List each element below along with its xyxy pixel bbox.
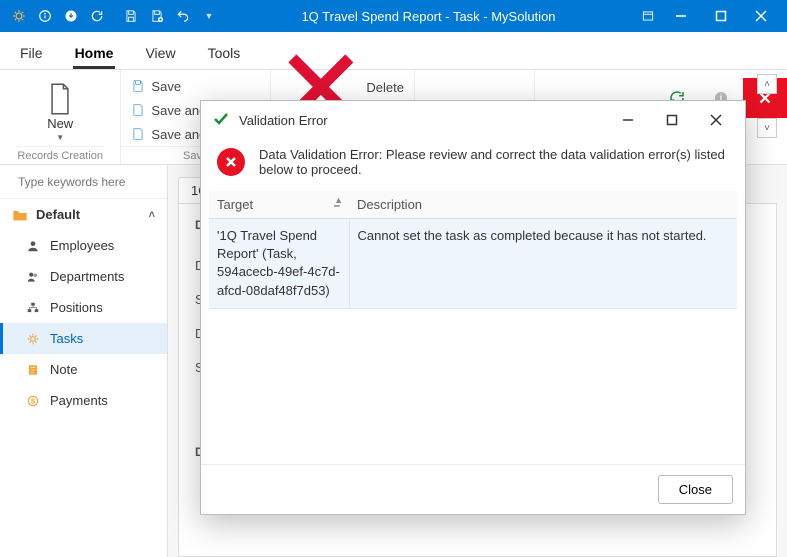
nav-payments[interactable]: $Payments — [0, 385, 167, 416]
note-icon — [26, 363, 40, 377]
save-plus-icon[interactable] — [146, 5, 168, 27]
payments-icon: $ — [26, 394, 40, 408]
maximize-button[interactable] — [701, 0, 741, 32]
new-label: New — [47, 116, 73, 131]
search-input[interactable] — [18, 175, 173, 189]
nav-tasks[interactable]: Tasks — [0, 323, 167, 354]
nav-root[interactable]: Default ˄ — [0, 199, 167, 230]
col-target[interactable]: Target▲━ — [209, 191, 349, 219]
gear-icon — [26, 332, 40, 346]
cell-description: Cannot set the task as completed because… — [349, 219, 737, 309]
check-icon — [213, 111, 229, 130]
ribbon-collapse-up[interactable]: ˄ — [757, 74, 777, 94]
table-row[interactable]: '1Q Travel Spend Report' (Task, 594acecb… — [209, 219, 737, 309]
people-icon — [26, 270, 40, 284]
error-icon — [217, 148, 245, 176]
ribbon-group-new: New ▼ Records Creation — [0, 70, 121, 164]
dialog-maximize-button[interactable] — [655, 106, 689, 134]
delete-button[interactable]: Delete — [271, 74, 414, 100]
ribbon-collapse-down[interactable]: ˅ — [757, 118, 777, 138]
svg-text:$: $ — [31, 396, 36, 405]
dialog-message: Data Validation Error: Please review and… — [259, 147, 729, 177]
nav-employees[interactable]: Employees — [0, 230, 167, 261]
nav-departments[interactable]: Departments — [0, 261, 167, 292]
org-icon — [26, 301, 40, 315]
dialog-table: Target▲━ Description '1Q Travel Spend Re… — [209, 191, 737, 464]
menu-file[interactable]: File — [18, 45, 45, 69]
search-box[interactable] — [0, 165, 167, 199]
save-quick-icon[interactable] — [120, 5, 142, 27]
window-title: 1Q Travel Spend Report - Task - MySoluti… — [222, 9, 635, 24]
dialog-footer: Close — [201, 464, 745, 514]
new-button[interactable]: New ▼ — [46, 74, 74, 142]
dialog-message-row: Data Validation Error: Please review and… — [201, 139, 745, 191]
ribbon-records-creation-label: Records Creation — [17, 146, 103, 164]
menubar: File Home View Tools — [0, 32, 787, 70]
menu-tools[interactable]: Tools — [206, 45, 243, 69]
folder-icon — [12, 208, 28, 222]
dialog-title: Validation Error — [239, 113, 601, 128]
minimize-button[interactable] — [661, 0, 701, 32]
dialog-minimize-button[interactable] — [611, 106, 645, 134]
download-icon[interactable] — [60, 5, 82, 27]
nav-root-label: Default — [36, 207, 80, 222]
dialog-close-button[interactable] — [699, 106, 733, 134]
dialog-close-action-button[interactable]: Close — [658, 475, 733, 504]
close-window-button[interactable] — [741, 0, 781, 32]
save-button[interactable]: Save — [121, 74, 269, 98]
window-layout-icon[interactable] — [637, 5, 659, 27]
nav-positions[interactable]: Positions — [0, 292, 167, 323]
person-icon — [26, 239, 40, 253]
chevron-up-icon: ˄ — [149, 209, 155, 221]
menu-view[interactable]: View — [143, 45, 177, 69]
undo-icon[interactable] — [172, 5, 194, 27]
app-gear-icon[interactable] — [8, 5, 30, 27]
titlebar: ▼ 1Q Travel Spend Report - Task - MySolu… — [0, 0, 787, 32]
undo-dropdown-icon[interactable]: ▼ — [198, 5, 220, 27]
menu-home[interactable]: Home — [73, 45, 116, 69]
sidebar: Default ˄ Employees Departments Position… — [0, 165, 168, 557]
info-icon[interactable] — [34, 5, 56, 27]
dialog-titlebar: Validation Error — [201, 101, 745, 139]
nav-note[interactable]: Note — [0, 354, 167, 385]
refresh-icon[interactable] — [86, 5, 108, 27]
validation-error-dialog: Validation Error Data Validation Error: … — [200, 100, 746, 515]
col-description[interactable]: Description — [349, 191, 737, 219]
cell-target: '1Q Travel Spend Report' (Task, 594acecb… — [209, 219, 349, 309]
